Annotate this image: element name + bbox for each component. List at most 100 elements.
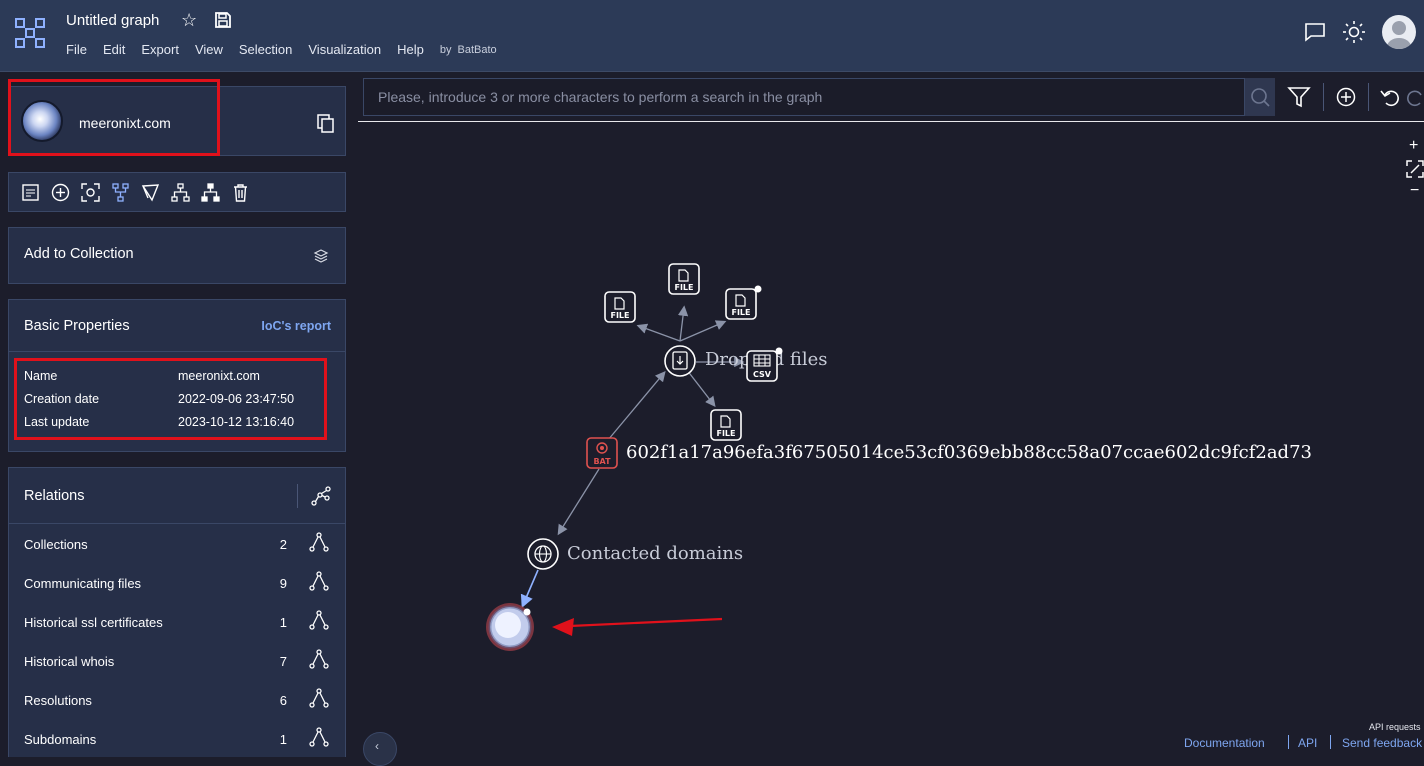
divider: [9, 351, 345, 352]
search-button[interactable]: [1245, 78, 1275, 116]
graph-edge-highlighted: [520, 569, 539, 608]
relation-row-historical-whois[interactable]: Historical whois 7: [9, 642, 345, 681]
relation-row-resolutions[interactable]: Resolutions 6: [9, 681, 345, 720]
file-tag: FILE: [610, 311, 629, 320]
top-bar: Untitled graph ☆ File Edit Export View S…: [0, 0, 1424, 72]
bat-tag: BAT: [593, 457, 611, 466]
relation-label: Resolutions: [24, 693, 92, 708]
highlight-entity-box: [8, 79, 220, 156]
graph-edge: [679, 320, 727, 342]
bat-file-node[interactable]: BAT: [586, 437, 618, 469]
menu-help[interactable]: Help: [397, 42, 424, 57]
relation-label: Historical ssl certificates: [24, 615, 163, 630]
expand-relation-icon[interactable]: [309, 610, 329, 633]
relation-row-communicating-files[interactable]: Communicating files 9: [9, 564, 345, 603]
relation-count: 7: [279, 654, 287, 669]
copy-icon[interactable]: [317, 114, 334, 138]
app-logo-icon[interactable]: [14, 17, 46, 54]
file-tag: FILE: [731, 308, 750, 317]
relation-count: 1: [279, 732, 287, 747]
highlight-properties-box: [14, 358, 327, 440]
graph-search-input[interactable]: [364, 79, 1244, 115]
collapse-panel-button[interactable]: ‹: [363, 732, 397, 766]
delete-icon[interactable]: [231, 183, 250, 202]
api-link[interactable]: API: [1298, 736, 1317, 750]
file-tag: FILE: [674, 283, 693, 292]
by-label: by: [439, 44, 452, 56]
menu-selection[interactable]: Selection: [239, 42, 292, 57]
filter-icon[interactable]: [1287, 85, 1311, 114]
chat-icon[interactable]: [1304, 22, 1326, 47]
filter-shape-icon[interactable]: [141, 183, 160, 202]
redo-icon[interactable]: [1405, 87, 1424, 112]
relation-count: 9: [279, 576, 287, 591]
graph-edge: [557, 468, 600, 536]
collection-stack-icon: [313, 248, 329, 269]
add-to-collection-label: Add to Collection: [24, 246, 134, 262]
save-icon[interactable]: [214, 11, 232, 34]
selected-domain-node[interactable]: [486, 603, 534, 651]
divider: [1368, 83, 1369, 111]
file-tag: FILE: [716, 429, 735, 438]
entity-actions-toolbar: [8, 172, 346, 212]
dropped-files-hub-node[interactable]: [664, 345, 696, 377]
ioc-report-link[interactable]: IoC's report: [261, 319, 331, 333]
annotation-arrow: [552, 617, 723, 636]
graph-title[interactable]: Untitled graph: [66, 12, 159, 29]
favorite-star-icon[interactable]: ☆: [181, 10, 197, 31]
basic-properties-title: Basic Properties: [24, 318, 130, 334]
graph-search-bar: [363, 78, 1245, 116]
author-credit: by BatBato: [440, 44, 497, 57]
contacted-domains-label: Contacted domains: [567, 543, 743, 564]
relation-count: 2: [279, 537, 287, 552]
graph-canvas[interactable]: Dropped files FILE FILE FILE FILE CSV BA…: [358, 122, 1424, 747]
relation-label: Collections: [24, 537, 88, 552]
api-requests-label: API requests: [1369, 722, 1421, 732]
user-avatar[interactable]: [1382, 15, 1416, 49]
relations-graph-icon[interactable]: [311, 486, 331, 511]
graph-edge: [677, 305, 689, 342]
expand-relation-icon[interactable]: [309, 532, 329, 555]
menu-edit[interactable]: Edit: [103, 42, 125, 57]
file-node[interactable]: FILE: [668, 263, 700, 295]
csv-node[interactable]: CSV: [746, 347, 783, 382]
expand-relation-icon[interactable]: [309, 649, 329, 672]
author-name[interactable]: BatBato: [458, 44, 497, 56]
graph-svg: Dropped files FILE FILE FILE FILE CSV BA…: [486, 263, 1312, 651]
focus-icon[interactable]: [81, 183, 100, 202]
menu-visualization[interactable]: Visualization: [308, 42, 381, 57]
expand-relation-icon[interactable]: [309, 688, 329, 711]
hierarchy-icon[interactable]: [171, 183, 190, 202]
menu-export[interactable]: Export: [141, 42, 179, 57]
add-node-icon[interactable]: [1336, 87, 1356, 112]
relation-count: 6: [279, 693, 287, 708]
file-node[interactable]: FILE: [604, 291, 636, 323]
expand-tree-icon[interactable]: [111, 183, 130, 202]
search-icon: [1251, 88, 1270, 107]
relation-row-historical-ssl[interactable]: Historical ssl certificates 1: [9, 603, 345, 642]
contacted-domains-hub-node[interactable]: [527, 538, 559, 570]
send-feedback-link[interactable]: Send feedback: [1342, 736, 1422, 750]
add-to-collection-panel[interactable]: Add to Collection: [8, 227, 346, 284]
theme-toggle-icon[interactable]: [1342, 20, 1366, 49]
relation-count: 1: [279, 615, 287, 630]
relations-title: Relations: [24, 488, 85, 504]
relation-label: Historical whois: [24, 654, 115, 669]
relations-panel: Relations Collections 2 Communicating fi…: [8, 467, 346, 757]
relation-row-subdomains[interactable]: Subdomains 1: [9, 720, 345, 759]
relation-label: Communicating files: [24, 576, 142, 591]
relation-row-collections[interactable]: Collections 2: [9, 525, 345, 564]
report-icon[interactable]: [21, 183, 40, 202]
menu-file[interactable]: File: [66, 42, 87, 57]
documentation-link[interactable]: Documentation: [1184, 736, 1265, 750]
chevron-left-icon: ‹: [375, 739, 379, 753]
expand-relation-icon[interactable]: [309, 571, 329, 594]
hierarchy-filled-icon[interactable]: [201, 183, 220, 202]
menu-view[interactable]: View: [195, 42, 223, 57]
divider: [9, 523, 345, 524]
divider: [297, 484, 298, 508]
file-node[interactable]: FILE: [710, 409, 742, 441]
add-node-icon[interactable]: [51, 183, 70, 202]
undo-icon[interactable]: [1380, 87, 1402, 112]
file-node[interactable]: FILE: [725, 285, 762, 320]
